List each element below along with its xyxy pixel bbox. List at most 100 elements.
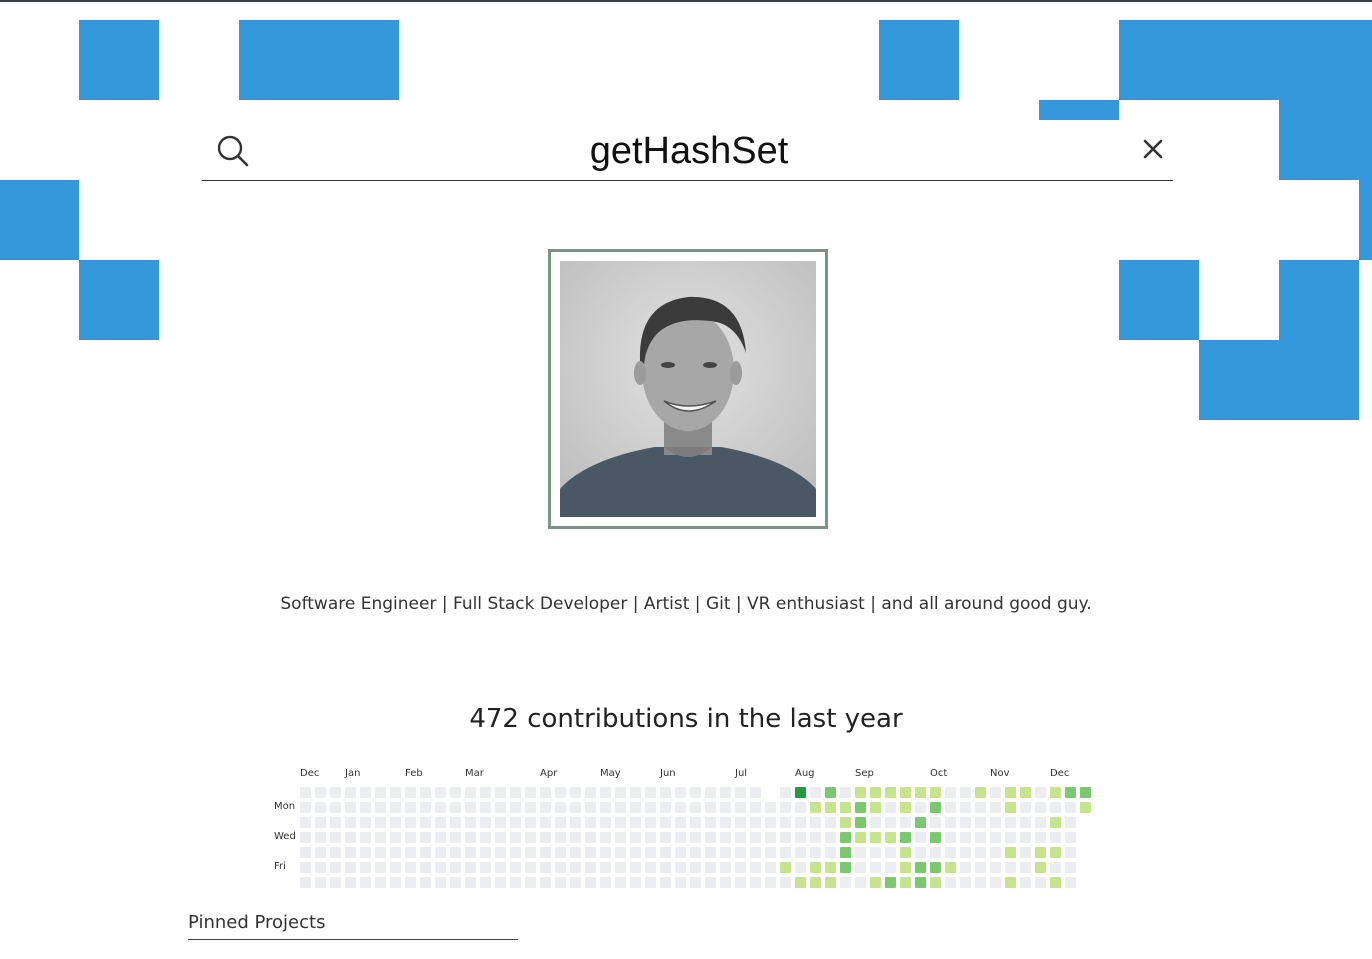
contribution-day-cell[interactable]	[330, 862, 341, 873]
contribution-day-cell[interactable]	[360, 802, 371, 813]
contribution-day-cell[interactable]	[540, 847, 551, 858]
contribution-day-cell[interactable]	[555, 802, 566, 813]
contribution-day-cell[interactable]	[1020, 802, 1031, 813]
contribution-day-cell[interactable]	[405, 832, 416, 843]
contribution-day-cell[interactable]	[780, 847, 791, 858]
contribution-day-cell[interactable]	[585, 787, 596, 798]
contribution-day-cell[interactable]	[510, 877, 521, 888]
contribution-day-cell[interactable]	[420, 862, 431, 873]
contribution-day-cell[interactable]	[375, 862, 386, 873]
contribution-day-cell[interactable]	[855, 877, 866, 888]
contribution-day-cell[interactable]	[1080, 802, 1091, 813]
contribution-day-cell[interactable]	[855, 862, 866, 873]
contribution-day-cell[interactable]	[495, 847, 506, 858]
contribution-day-cell[interactable]	[1050, 832, 1061, 843]
contribution-day-cell[interactable]	[495, 787, 506, 798]
contribution-day-cell[interactable]	[660, 847, 671, 858]
contribution-day-cell[interactable]	[300, 817, 311, 828]
contribution-day-cell[interactable]	[375, 787, 386, 798]
contribution-day-cell[interactable]	[855, 787, 866, 798]
contribution-day-cell[interactable]	[450, 787, 461, 798]
contribution-day-cell[interactable]	[510, 862, 521, 873]
contribution-day-cell[interactable]	[345, 802, 356, 813]
contribution-day-cell[interactable]	[825, 802, 836, 813]
contribution-day-cell[interactable]	[780, 862, 791, 873]
contribution-day-cell[interactable]	[600, 832, 611, 843]
contribution-day-cell[interactable]	[1005, 862, 1016, 873]
contribution-day-cell[interactable]	[420, 817, 431, 828]
contribution-day-cell[interactable]	[540, 817, 551, 828]
contribution-day-cell[interactable]	[585, 862, 596, 873]
contribution-day-cell[interactable]	[360, 877, 371, 888]
contribution-day-cell[interactable]	[570, 817, 581, 828]
contribution-day-cell[interactable]	[720, 787, 731, 798]
contribution-day-cell[interactable]	[930, 817, 941, 828]
contribution-day-cell[interactable]	[930, 847, 941, 858]
contribution-day-cell[interactable]	[990, 877, 1001, 888]
contribution-day-cell[interactable]	[645, 787, 656, 798]
contribution-day-cell[interactable]	[495, 862, 506, 873]
contribution-day-cell[interactable]	[315, 802, 326, 813]
contribution-day-cell[interactable]	[375, 877, 386, 888]
contribution-day-cell[interactable]	[315, 862, 326, 873]
contribution-day-cell[interactable]	[870, 877, 881, 888]
contribution-day-cell[interactable]	[480, 862, 491, 873]
contribution-day-cell[interactable]	[780, 787, 791, 798]
contribution-day-cell[interactable]	[390, 817, 401, 828]
contribution-day-cell[interactable]	[840, 832, 851, 843]
contribution-day-cell[interactable]	[960, 832, 971, 843]
contribution-day-cell[interactable]	[705, 847, 716, 858]
contribution-day-cell[interactable]	[360, 862, 371, 873]
contribution-day-cell[interactable]	[615, 862, 626, 873]
contribution-day-cell[interactable]	[465, 877, 476, 888]
contribution-day-cell[interactable]	[735, 832, 746, 843]
contribution-day-cell[interactable]	[585, 847, 596, 858]
contribution-day-cell[interactable]	[885, 817, 896, 828]
contribution-day-cell[interactable]	[645, 802, 656, 813]
contribution-day-cell[interactable]	[1065, 817, 1076, 828]
contribution-day-cell[interactable]	[345, 817, 356, 828]
contribution-day-cell[interactable]	[600, 802, 611, 813]
contribution-day-cell[interactable]	[300, 832, 311, 843]
contribution-day-cell[interactable]	[585, 877, 596, 888]
contribution-day-cell[interactable]	[345, 877, 356, 888]
contribution-day-cell[interactable]	[630, 832, 641, 843]
contribution-day-cell[interactable]	[1065, 802, 1076, 813]
contribution-day-cell[interactable]	[900, 817, 911, 828]
contribution-day-cell[interactable]	[765, 832, 776, 843]
contribution-day-cell[interactable]	[465, 862, 476, 873]
contribution-day-cell[interactable]	[735, 862, 746, 873]
contribution-day-cell[interactable]	[480, 877, 491, 888]
contribution-day-cell[interactable]	[510, 802, 521, 813]
contribution-day-cell[interactable]	[1050, 847, 1061, 858]
contribution-day-cell[interactable]	[705, 862, 716, 873]
contribution-day-cell[interactable]	[420, 802, 431, 813]
contribution-day-cell[interactable]	[540, 877, 551, 888]
contribution-day-cell[interactable]	[720, 802, 731, 813]
contribution-day-cell[interactable]	[885, 832, 896, 843]
contribution-day-cell[interactable]	[360, 817, 371, 828]
contribution-day-cell[interactable]	[810, 847, 821, 858]
contribution-day-cell[interactable]	[795, 802, 806, 813]
contribution-day-cell[interactable]	[1065, 877, 1076, 888]
contribution-day-cell[interactable]	[645, 862, 656, 873]
contribution-day-cell[interactable]	[870, 832, 881, 843]
contribution-day-cell[interactable]	[990, 817, 1001, 828]
contribution-day-cell[interactable]	[720, 877, 731, 888]
contribution-day-cell[interactable]	[795, 832, 806, 843]
contribution-day-cell[interactable]	[915, 817, 926, 828]
contribution-day-cell[interactable]	[570, 787, 581, 798]
contribution-day-cell[interactable]	[690, 877, 701, 888]
contribution-day-cell[interactable]	[780, 877, 791, 888]
contribution-day-cell[interactable]	[300, 877, 311, 888]
contribution-day-cell[interactable]	[300, 802, 311, 813]
contribution-day-cell[interactable]	[810, 877, 821, 888]
contribution-day-cell[interactable]	[540, 802, 551, 813]
contribution-day-cell[interactable]	[600, 817, 611, 828]
contribution-day-cell[interactable]	[810, 787, 821, 798]
contribution-day-cell[interactable]	[405, 787, 416, 798]
contribution-day-cell[interactable]	[615, 787, 626, 798]
contribution-day-cell[interactable]	[315, 847, 326, 858]
contribution-day-cell[interactable]	[660, 862, 671, 873]
contribution-day-cell[interactable]	[555, 787, 566, 798]
